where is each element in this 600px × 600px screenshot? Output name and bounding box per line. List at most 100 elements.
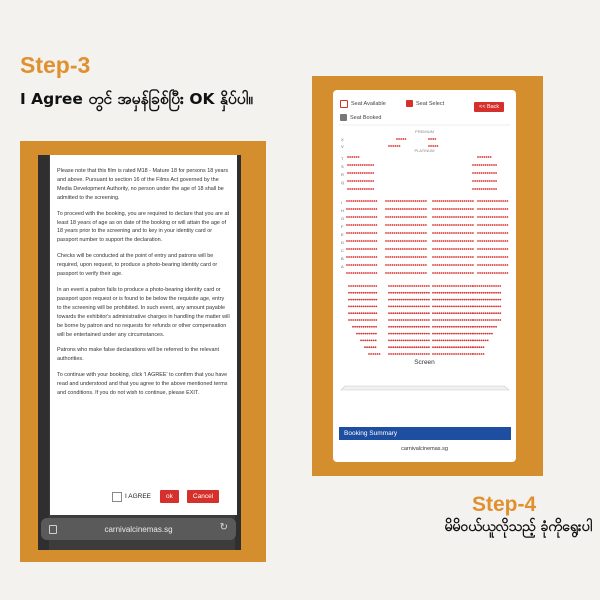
seat[interactable] (358, 256, 361, 258)
seat[interactable] (467, 216, 470, 218)
seat[interactable] (356, 240, 359, 242)
seat[interactable] (351, 156, 354, 158)
seat[interactable] (436, 224, 439, 226)
seat[interactable] (493, 216, 496, 218)
seat[interactable] (444, 208, 447, 210)
seat[interactable] (413, 353, 416, 355)
seat[interactable] (398, 353, 401, 355)
seat[interactable] (487, 156, 490, 158)
seat[interactable] (483, 200, 486, 202)
seat[interactable] (402, 312, 405, 315)
seat[interactable] (486, 305, 489, 308)
seat[interactable] (404, 256, 406, 258)
seat[interactable] (390, 145, 392, 147)
seat[interactable] (482, 353, 485, 355)
seat[interactable] (502, 232, 505, 234)
seat[interactable] (397, 256, 400, 258)
seat[interactable] (500, 200, 502, 202)
seat[interactable] (354, 216, 357, 218)
seat[interactable] (366, 325, 369, 328)
seat[interactable] (409, 325, 411, 328)
seat[interactable] (371, 272, 374, 274)
seat[interactable] (467, 285, 470, 287)
seat[interactable] (423, 305, 426, 308)
seat[interactable] (457, 298, 460, 301)
seat[interactable] (461, 208, 464, 210)
seat[interactable] (358, 305, 361, 308)
seat[interactable] (442, 353, 445, 355)
seat[interactable] (375, 232, 378, 234)
seat[interactable] (472, 312, 474, 315)
seat[interactable] (390, 346, 392, 349)
seat[interactable] (411, 291, 413, 294)
seat[interactable] (442, 200, 445, 202)
seat[interactable] (392, 353, 395, 355)
seat[interactable] (465, 224, 468, 226)
seat[interactable] (348, 312, 350, 315)
seat[interactable] (455, 208, 457, 210)
seat[interactable] (375, 291, 378, 294)
seat[interactable] (477, 200, 479, 202)
seat[interactable] (385, 272, 387, 274)
seat[interactable] (409, 305, 411, 308)
seat[interactable] (370, 353, 372, 355)
seat[interactable] (489, 240, 492, 242)
seat[interactable] (411, 305, 413, 308)
seat[interactable] (485, 208, 488, 210)
seat[interactable] (461, 298, 464, 301)
seat[interactable] (489, 272, 492, 274)
seat[interactable] (369, 232, 371, 234)
seat[interactable] (397, 248, 400, 250)
seat[interactable] (350, 208, 353, 210)
seat[interactable] (461, 353, 464, 355)
seat[interactable] (482, 312, 485, 315)
seat[interactable] (371, 232, 374, 234)
seat[interactable] (469, 285, 472, 287)
seat[interactable] (421, 291, 424, 294)
seat[interactable] (398, 346, 401, 349)
seat[interactable] (442, 232, 445, 234)
seat[interactable] (442, 312, 445, 315)
seat[interactable] (438, 332, 441, 335)
seat[interactable] (358, 291, 361, 294)
seat[interactable] (362, 298, 365, 301)
seat[interactable] (404, 216, 406, 218)
seat[interactable] (348, 216, 350, 218)
seat[interactable] (459, 208, 462, 210)
seat[interactable] (467, 353, 470, 355)
seat[interactable] (388, 312, 390, 315)
seat[interactable] (465, 272, 468, 274)
seat[interactable] (497, 298, 500, 301)
seat[interactable] (482, 291, 485, 294)
seat[interactable] (451, 291, 453, 294)
seat[interactable] (451, 353, 453, 355)
seat[interactable] (481, 232, 484, 234)
seat[interactable] (353, 164, 356, 166)
seat[interactable] (400, 305, 403, 308)
seat[interactable] (360, 312, 363, 315)
seat[interactable] (453, 232, 455, 234)
seat[interactable] (348, 305, 350, 308)
seat[interactable] (404, 208, 406, 210)
seat[interactable] (354, 224, 357, 226)
seat[interactable] (394, 353, 397, 355)
seat[interactable] (373, 248, 376, 250)
seat[interactable] (367, 208, 369, 210)
seat[interactable] (465, 200, 468, 202)
seat[interactable] (488, 172, 491, 174)
seat[interactable] (491, 172, 493, 174)
seat[interactable] (422, 240, 425, 242)
seat[interactable] (360, 325, 363, 328)
seat[interactable] (438, 298, 441, 301)
seat[interactable] (467, 332, 470, 335)
seat[interactable] (411, 285, 413, 287)
seat[interactable] (461, 272, 464, 274)
seat[interactable] (359, 172, 362, 174)
seat[interactable] (474, 339, 476, 342)
seat[interactable] (457, 325, 460, 328)
seat[interactable] (346, 216, 348, 218)
seat[interactable] (373, 224, 376, 226)
seat[interactable] (348, 298, 350, 301)
seat[interactable] (457, 232, 460, 234)
seat[interactable] (504, 200, 507, 202)
